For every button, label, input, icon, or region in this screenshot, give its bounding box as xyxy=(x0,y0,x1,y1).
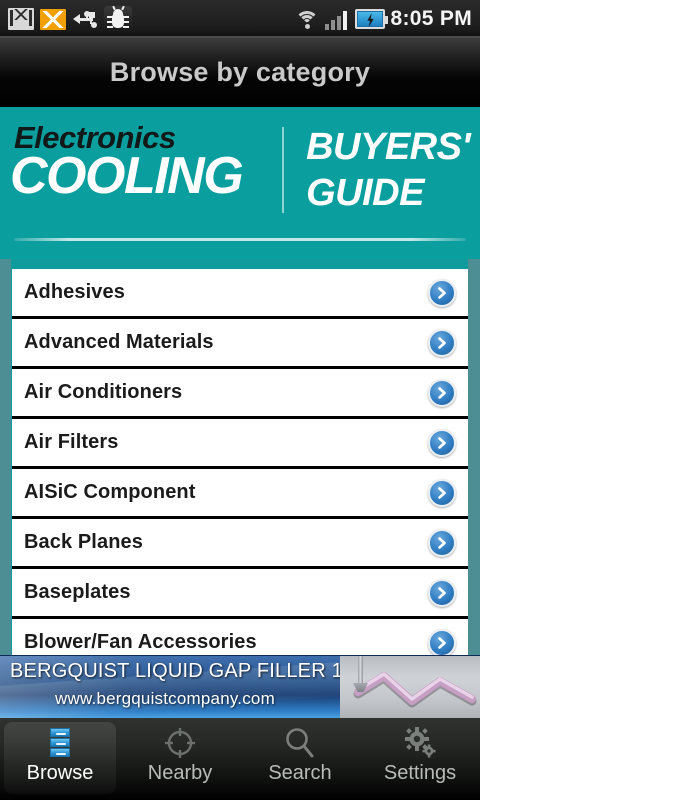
ad-product-photo xyxy=(340,656,480,718)
chevron-right-icon[interactable] xyxy=(428,628,456,655)
page-title: Browse by category xyxy=(109,57,371,87)
tab-label: Nearby xyxy=(147,762,213,784)
tab-settings[interactable]: Settings xyxy=(360,718,480,800)
page-background xyxy=(480,0,682,800)
status-bar-right-icons: 8:05 PM xyxy=(294,7,480,31)
chevron-right-icon[interactable] xyxy=(428,578,456,607)
ad-text-panel: BERGQUIST LIQUID GAP FILLER 1000SR www.b… xyxy=(0,656,406,718)
table-row[interactable]: Air Filters xyxy=(12,419,468,469)
tab-search[interactable]: Search xyxy=(240,718,360,800)
brand-word-cooling: COOLING xyxy=(10,147,244,205)
table-row[interactable]: Back Planes xyxy=(12,519,468,569)
tab-browse[interactable]: Browse xyxy=(0,718,120,800)
category-list: Adhesives Advanced Materials Air Condition… xyxy=(12,269,468,655)
chevron-right-icon[interactable] xyxy=(428,528,456,557)
brand-divider xyxy=(282,127,285,213)
category-label: AISiC Component xyxy=(24,481,196,503)
brand-word-buyers: BUYERS' xyxy=(306,126,470,168)
title-bar: Browse by category xyxy=(0,38,480,107)
category-label: Air Conditioners xyxy=(24,381,183,403)
gears-icon xyxy=(403,726,437,760)
category-label: Air Filters xyxy=(24,431,119,453)
table-row[interactable]: Adhesives xyxy=(12,269,468,319)
ad-banner[interactable]: BERGQUIST LIQUID GAP FILLER 1000SR www.b… xyxy=(0,655,480,718)
brand-word-guide: GUIDE xyxy=(306,172,424,214)
usb-icon xyxy=(72,8,98,30)
category-label: Back Planes xyxy=(24,531,143,553)
table-row[interactable]: Air Conditioners xyxy=(12,369,468,419)
brand-logo-left: Electronics COOLING xyxy=(10,121,278,205)
ad-headline: BERGQUIST LIQUID GAP FILLER 1000SR xyxy=(10,660,406,682)
chevron-right-icon[interactable] xyxy=(428,278,456,307)
status-bar-left-icons xyxy=(0,5,132,32)
magnifier-icon xyxy=(283,726,317,760)
status-bar-clock: 8:05 PM xyxy=(390,7,472,30)
android-bug-icon xyxy=(104,5,132,32)
table-row[interactable]: Baseplates xyxy=(12,569,468,619)
table-row[interactable]: AISiC Component xyxy=(12,469,468,519)
banner-rule xyxy=(14,238,466,241)
brand-banner: Electronics COOLING BUYERS' GUIDE xyxy=(0,107,480,259)
status-bar: 8:05 PM xyxy=(0,0,480,38)
ad-url: www.bergquistcompany.com xyxy=(55,689,275,708)
gmail-icon xyxy=(8,8,34,30)
chevron-right-icon[interactable] xyxy=(428,378,456,407)
brand-logo-right: BUYERS' GUIDE xyxy=(306,121,470,213)
chevron-right-icon[interactable] xyxy=(428,428,456,457)
tab-nearby[interactable]: Nearby xyxy=(120,718,240,800)
bottom-tab-bar: Browse Nearby Search Settings xyxy=(0,718,480,800)
tab-label: Browse xyxy=(26,762,94,784)
table-row[interactable]: Advanced Materials xyxy=(12,319,468,369)
table-row[interactable]: Blower/Fan Accessories xyxy=(12,619,468,655)
signal-bars-icon xyxy=(324,8,349,30)
battery-charging-icon xyxy=(354,9,388,29)
category-list-pane[interactable]: Adhesives Advanced Materials Air Condition… xyxy=(0,259,480,655)
category-label: Baseplates xyxy=(24,581,131,603)
phone-screen: 8:05 PM Browse by category Electronics C… xyxy=(0,0,480,800)
category-label: Blower/Fan Accessories xyxy=(24,631,257,653)
filing-cabinet-icon xyxy=(43,726,77,760)
list-left-edge xyxy=(0,259,11,655)
category-label: Advanced Materials xyxy=(24,331,214,353)
category-label: Adhesives xyxy=(24,281,125,303)
tab-label: Settings xyxy=(383,762,457,784)
wifi-icon xyxy=(294,8,319,30)
dispenser-nozzle-icon xyxy=(358,656,363,684)
chevron-right-icon[interactable] xyxy=(428,478,456,507)
crosshair-icon xyxy=(163,726,197,760)
chevron-right-icon[interactable] xyxy=(428,328,456,357)
tab-label: Search xyxy=(268,762,332,784)
list-right-edge xyxy=(468,259,480,655)
envelope-icon xyxy=(40,8,66,30)
